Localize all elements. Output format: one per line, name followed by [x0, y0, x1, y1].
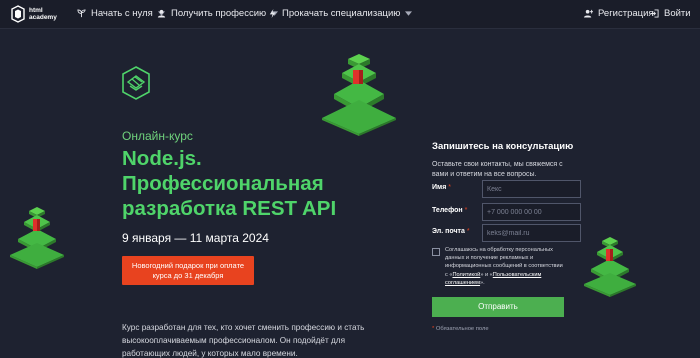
course-description: Курс разработан для тех, кто хочет смени… — [122, 323, 365, 358]
christmas-tree-illustration — [10, 207, 64, 269]
name-field-row: Имя * — [432, 180, 582, 198]
register-link[interactable]: Регистрация — [584, 8, 654, 19]
email-label: Эл. почта * — [432, 228, 470, 235]
phone-field-row: Телефон * — [432, 203, 582, 221]
policy-link[interactable]: Политикой — [452, 272, 480, 278]
phone-label: Телефон * — [432, 207, 468, 214]
nav-get-profession[interactable]: Получить профессию — [157, 8, 279, 19]
nav-upgrade-specialization[interactable]: Прокачать специализацию — [268, 8, 413, 19]
person-icon — [157, 9, 166, 18]
consent-text: Соглашаюсь на обработку персональных дан… — [445, 247, 563, 286]
user-plus-icon — [584, 9, 593, 18]
name-label: Имя * — [432, 184, 451, 191]
required-note: * Обязательное поле — [432, 326, 489, 332]
phone-input[interactable] — [482, 203, 581, 221]
christmas-tree-illustration — [584, 237, 636, 297]
top-navigation: html academy Начать с нуля Получить проф… — [0, 0, 700, 29]
consultation-form: Запишитесь на консультацию Оставьте свои… — [432, 141, 582, 180]
course-dates: 9 января — 11 марта 2024 — [122, 231, 269, 245]
form-title: Запишитесь на консультацию — [432, 141, 574, 152]
christmas-tree-illustration — [322, 54, 396, 136]
email-field-row: Эл. почта * — [432, 224, 582, 242]
promo-button[interactable]: Новогодний подарок при оплате курса до 3… — [122, 256, 254, 285]
chevron-down-icon — [405, 11, 413, 16]
nodejs-course-icon — [122, 66, 150, 100]
form-subtitle: Оставьте свои контакты, мы свяжемся с ва… — [432, 161, 563, 178]
consent-checkbox[interactable] — [432, 248, 440, 256]
academy-logo-icon — [11, 5, 25, 23]
course-kicker: Онлайн-курс — [122, 129, 193, 143]
sprout-icon — [77, 9, 86, 18]
nav-start-from-scratch[interactable]: Начать с нуля — [77, 8, 165, 19]
logo[interactable]: html academy — [11, 5, 57, 23]
nav-label: Прокачать специализацию — [282, 8, 401, 19]
login-label: Войти — [664, 8, 691, 19]
logo-text: html academy — [29, 7, 57, 21]
submit-button[interactable]: Отправить — [432, 297, 564, 317]
nav-label: Начать с нуля — [91, 8, 153, 19]
login-icon — [650, 9, 659, 18]
nav-label: Получить профессию — [171, 8, 267, 19]
course-title: Node.js. Профессиональная разработка RES… — [122, 147, 337, 220]
bolt-icon — [269, 9, 276, 18]
register-label: Регистрация — [598, 8, 654, 19]
name-input[interactable] — [482, 180, 581, 198]
login-link[interactable]: Войти — [650, 8, 691, 19]
email-input[interactable] — [482, 224, 581, 242]
